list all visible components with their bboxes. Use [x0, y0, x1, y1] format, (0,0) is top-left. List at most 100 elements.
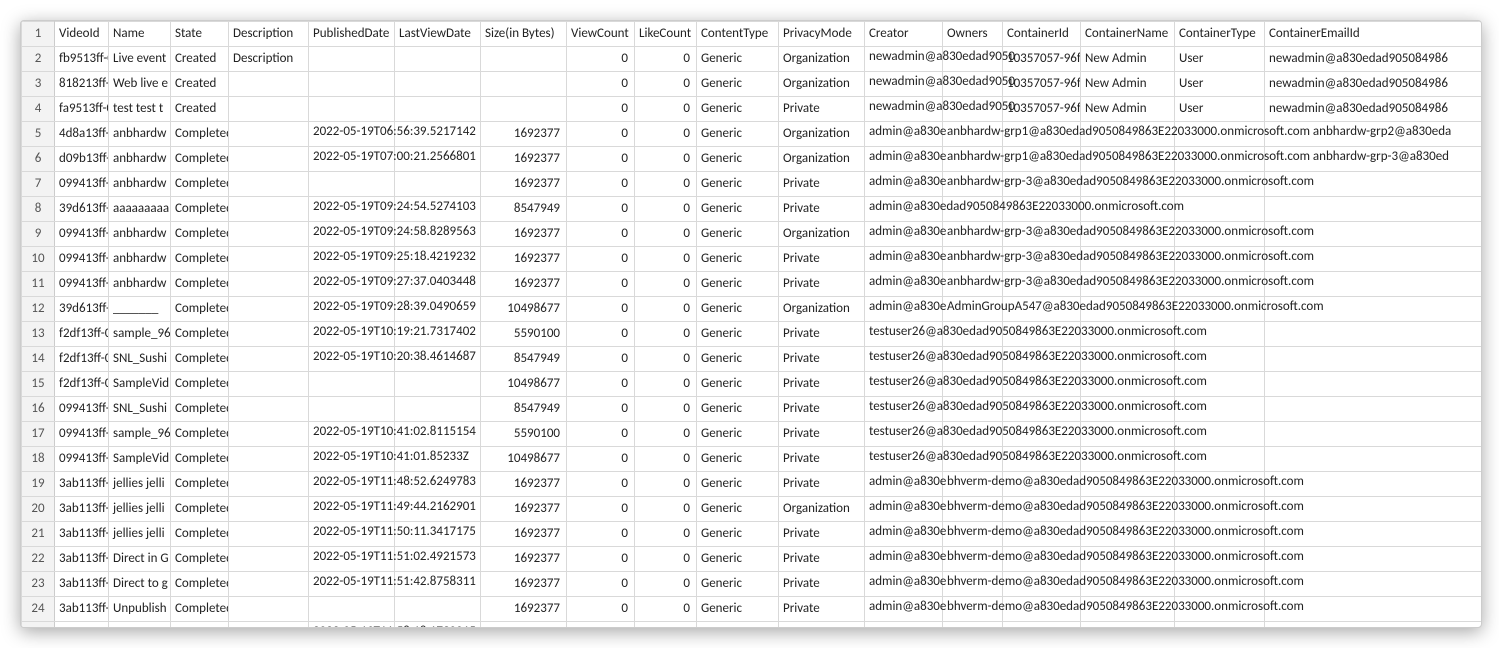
cell-name[interactable]: Direct in G [109, 547, 171, 572]
cell-owners[interactable] [943, 347, 1003, 372]
cell-containeremailid[interactable] [1265, 447, 1483, 472]
table-row[interactable]: 4fa9513ff-0test test tCreated00GenericPr… [22, 97, 1483, 122]
cell-creator[interactable]: admin@a830e [865, 122, 943, 147]
cell-containeremailid[interactable] [1265, 372, 1483, 397]
cell-state[interactable]: Completed [171, 197, 229, 222]
col-header-publisheddate[interactable]: PublishedDate [309, 22, 395, 47]
cell-description[interactable] [229, 272, 309, 297]
cell-creator[interactable]: admin@a830e [865, 222, 943, 247]
cell-privacymode[interactable]: Organization [779, 622, 865, 629]
cell-containertype[interactable] [1175, 197, 1265, 222]
cell-creator[interactable]: admin@a830e [865, 172, 943, 197]
cell-privacymode[interactable]: Private [779, 472, 865, 497]
cell-description[interactable] [229, 97, 309, 122]
cell-videoid[interactable]: 818213ff-4 [55, 72, 109, 97]
col-header-containeremailid[interactable]: ContainerEmailId [1265, 22, 1483, 47]
cell-state[interactable]: Completed [171, 347, 229, 372]
cell-size[interactable]: 1692377 [481, 622, 567, 629]
cell-state[interactable]: Created [171, 72, 229, 97]
table-row[interactable]: 15f2df13ff-0SampleVidCompleted1049867700… [22, 372, 1483, 397]
cell-description[interactable] [229, 72, 309, 97]
cell-name[interactable]: anbhardw [109, 172, 171, 197]
cell-size[interactable]: 10498677 [481, 372, 567, 397]
cell-state[interactable]: Completed [171, 447, 229, 472]
cell-name[interactable]: anbhardw [109, 222, 171, 247]
cell-viewcount[interactable]: 0 [567, 447, 635, 472]
cell-lastviewdate[interactable] [395, 172, 481, 197]
cell-owners[interactable] [943, 97, 1003, 122]
cell-owners[interactable]: anbhardw-grp1@a830edad9050849863E2203300… [943, 122, 1003, 147]
table-row[interactable]: 839d613ff-aaaaaaaaaCompleted2022-05-19T0… [22, 197, 1483, 222]
row-number[interactable]: 18 [22, 447, 55, 472]
cell-owners[interactable]: anbhardw-grp-3@a830edad9050849863E220330… [943, 272, 1003, 297]
cell-owners[interactable] [943, 372, 1003, 397]
cell-viewcount[interactable]: 0 [567, 497, 635, 522]
header-row[interactable]: 1 VideoId Name State Description Publish… [22, 22, 1483, 47]
cell-videoid[interactable]: 099413ff-4 [55, 422, 109, 447]
row-number[interactable]: 2 [22, 47, 55, 72]
cell-owners[interactable] [943, 397, 1003, 422]
row-number[interactable]: 7 [22, 172, 55, 197]
cell-contenttype[interactable]: Generic [697, 147, 779, 172]
cell-state[interactable]: Completed [171, 272, 229, 297]
cell-creator[interactable]: admin@a830e [865, 497, 943, 522]
cell-description[interactable] [229, 522, 309, 547]
cell-viewcount[interactable]: 0 [567, 122, 635, 147]
cell-size[interactable]: 1692377 [481, 547, 567, 572]
cell-videoid[interactable]: 3ab113ff-4 [55, 547, 109, 572]
cell-owners[interactable]: bhverm-demo@a830edad9050849863E22033000.… [943, 472, 1003, 497]
cell-privacymode[interactable]: Organization [779, 47, 865, 72]
cell-creator[interactable]: admin@a830e [865, 472, 943, 497]
cell-contenttype[interactable]: Generic [697, 447, 779, 472]
cell-publisheddate[interactable]: 2022-05-19T11:48:52.6249783 [309, 472, 395, 497]
cell-videoid[interactable]: 099413ff-4 [55, 397, 109, 422]
cell-videoid[interactable]: 39d613ff-4 [55, 622, 109, 629]
cell-contenttype[interactable]: Generic [697, 197, 779, 222]
cell-name[interactable]: aaaaaaaaa [109, 197, 171, 222]
table-row[interactable]: 18099413ff-4SampleVidCompleted2022-05-19… [22, 447, 1483, 472]
cell-state[interactable]: Completed [171, 572, 229, 597]
cell-state[interactable]: Completed [171, 597, 229, 622]
cell-likecount[interactable]: 0 [635, 47, 697, 72]
cell-publisheddate[interactable] [309, 72, 395, 97]
table-row[interactable]: 223ab113ff-4Direct in GCompleted2022-05-… [22, 547, 1483, 572]
cell-creator[interactable]: admin@a830e [865, 147, 943, 172]
cell-likecount[interactable]: 0 [635, 622, 697, 629]
cell-name[interactable]: SNL_Sushi [109, 397, 171, 422]
cell-viewcount[interactable]: 0 [567, 197, 635, 222]
cell-videoid[interactable]: 3ab113ff-4 [55, 522, 109, 547]
cell-state[interactable]: Completed [171, 172, 229, 197]
cell-description[interactable] [229, 197, 309, 222]
cell-description[interactable] [229, 447, 309, 472]
cell-privacymode[interactable]: Organization [779, 297, 865, 322]
cell-size[interactable]: 8547949 [481, 347, 567, 372]
cell-description[interactable] [229, 347, 309, 372]
cell-containertype[interactable] [1175, 622, 1265, 629]
cell-likecount[interactable]: 0 [635, 597, 697, 622]
row-number[interactable]: 5 [22, 122, 55, 147]
cell-size[interactable]: 1692377 [481, 222, 567, 247]
cell-size[interactable]: 8547949 [481, 197, 567, 222]
cell-name[interactable]: Live event [109, 47, 171, 72]
table-row[interactable]: 10099413ff-4anbhardwCompleted2022-05-19T… [22, 247, 1483, 272]
cell-privacymode[interactable]: Private [779, 422, 865, 447]
cell-viewcount[interactable]: 0 [567, 372, 635, 397]
cell-viewcount[interactable]: 0 [567, 422, 635, 447]
cell-name[interactable]: jellies jelli [109, 472, 171, 497]
cell-contenttype[interactable]: Generic [697, 172, 779, 197]
cell-creator[interactable]: admin@a830e [865, 547, 943, 572]
cell-description[interactable] [229, 322, 309, 347]
cell-owners[interactable] [943, 197, 1003, 222]
cell-containeremailid[interactable] [1265, 197, 1483, 222]
cell-likecount[interactable]: 0 [635, 247, 697, 272]
cell-publisheddate[interactable]: 2022-05-19T10:41:02.8115154 [309, 422, 395, 447]
cell-owners[interactable] [943, 422, 1003, 447]
row-number[interactable]: 22 [22, 547, 55, 572]
cell-name[interactable]: Direct to g [109, 572, 171, 597]
cell-likecount[interactable]: 0 [635, 547, 697, 572]
cell-description[interactable] [229, 622, 309, 629]
cell-videoid[interactable]: 3ab113ff-4 [55, 472, 109, 497]
cell-size[interactable]: 1692377 [481, 247, 567, 272]
cell-likecount[interactable]: 0 [635, 347, 697, 372]
cell-owners[interactable]: anbhardw-grp-3@a830edad9050849863E220330… [943, 247, 1003, 272]
